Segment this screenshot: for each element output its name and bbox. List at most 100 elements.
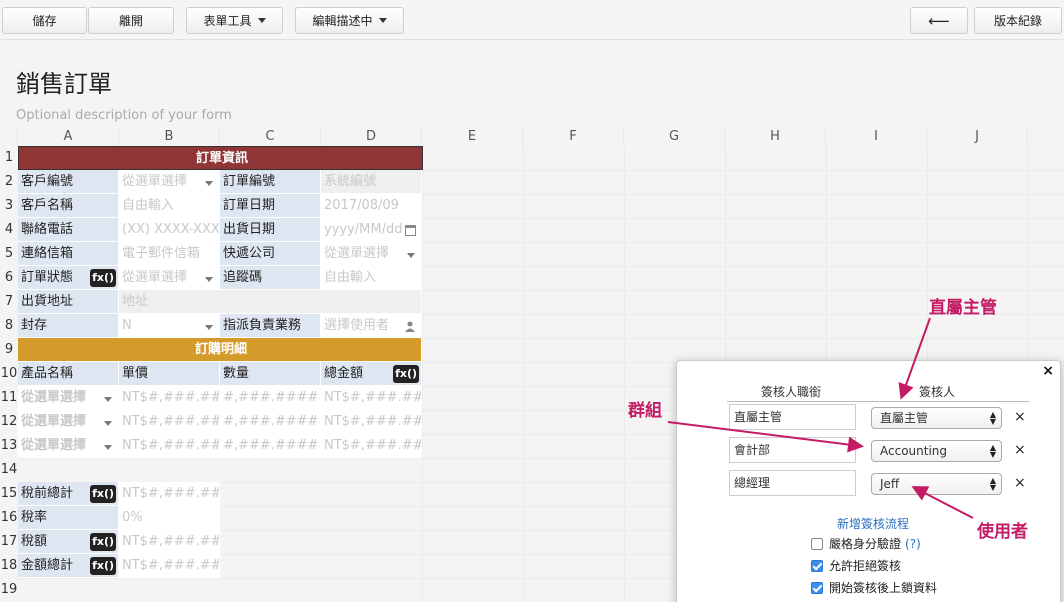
leave-button[interactable]: 離開: [88, 7, 174, 34]
ship-date-input[interactable]: yyyy/MM/dd: [321, 218, 422, 242]
row-header[interactable]: 12: [0, 410, 18, 434]
row-header[interactable]: 3: [0, 194, 18, 218]
product-select[interactable]: 從選單選擇: [18, 434, 119, 458]
order-id-field[interactable]: 系統編號: [321, 170, 422, 194]
row-header[interactable]: 5: [0, 242, 18, 266]
label-customer-name[interactable]: 客戶名稱: [18, 194, 119, 218]
row-header[interactable]: 6: [0, 266, 18, 290]
label-subtotal[interactable]: 稅前總計 fx(): [18, 482, 119, 506]
courier-select[interactable]: 從選單選擇: [321, 242, 422, 266]
approver-select[interactable]: Accounting ▲ ▼: [871, 440, 1002, 462]
column-header-e[interactable]: E: [422, 128, 523, 146]
remove-row-icon[interactable]: ×: [1014, 409, 1026, 425]
product-select[interactable]: 從選單選擇: [18, 386, 119, 410]
approver-role-input[interactable]: 會計部: [729, 437, 856, 463]
row-header[interactable]: 18: [0, 554, 18, 578]
remove-row-icon[interactable]: ×: [1014, 475, 1026, 491]
approver-select[interactable]: Jeff ▲ ▼: [871, 473, 1002, 495]
subtotal-field[interactable]: NT$#,###.#####: [119, 482, 220, 506]
unit-price-input[interactable]: NT$#,###.####: [119, 386, 220, 410]
archive-select[interactable]: N: [119, 314, 220, 338]
row-header[interactable]: 19: [0, 578, 18, 602]
column-header-d[interactable]: D: [321, 128, 422, 146]
order-date-field[interactable]: 2017/08/09: [321, 194, 422, 218]
formula-icon[interactable]: fx(): [90, 485, 116, 503]
formula-icon[interactable]: fx(): [90, 269, 116, 287]
label-order-id[interactable]: 訂單編號: [220, 170, 321, 194]
email-input[interactable]: 電子郵件信箱: [119, 242, 220, 266]
help-link[interactable]: (?): [905, 537, 921, 551]
quantity-input[interactable]: #,###.#####: [220, 434, 321, 458]
formula-icon[interactable]: fx(): [393, 365, 419, 383]
section-header-order-details[interactable]: 訂購明細: [18, 338, 422, 362]
lock-data-option[interactable]: 開始簽核後上鎖資料: [811, 579, 937, 596]
grand-total-field[interactable]: NT$#,###.#####: [119, 554, 220, 578]
column-header-i[interactable]: I: [826, 128, 927, 146]
version-history-button[interactable]: 版本紀錄: [974, 7, 1062, 34]
add-approval-flow-link[interactable]: 新增簽核流程: [837, 515, 909, 532]
close-icon[interactable]: ×: [1042, 363, 1054, 379]
checkbox[interactable]: [811, 559, 823, 572]
formula-icon[interactable]: fx(): [90, 533, 116, 551]
label-tax-amount[interactable]: 稅額 fx(): [18, 530, 119, 554]
approver-role-input[interactable]: 直屬主管: [729, 404, 856, 430]
remove-row-icon[interactable]: ×: [1014, 442, 1026, 458]
label-unit-price[interactable]: 單價: [119, 362, 220, 386]
tax-rate-field[interactable]: 0%: [119, 506, 220, 530]
unit-price-input[interactable]: NT$#,###.####: [119, 434, 220, 458]
column-header-h[interactable]: H: [725, 128, 826, 146]
unit-price-input[interactable]: NT$#,###.####: [119, 410, 220, 434]
label-order-status[interactable]: 訂單狀態 fx(): [18, 266, 119, 290]
product-select[interactable]: 從選單選擇: [18, 410, 119, 434]
label-product-name[interactable]: 產品名稱: [18, 362, 119, 386]
tracking-input[interactable]: 自由輸入: [321, 266, 422, 290]
quantity-input[interactable]: #,###.#####: [220, 386, 321, 410]
quantity-input[interactable]: #,###.#####: [220, 410, 321, 434]
assigned-sales-picker[interactable]: 選擇使用者: [321, 314, 422, 338]
line-total-field[interactable]: NT$#,###.#####: [321, 386, 422, 410]
column-header-j[interactable]: J: [927, 128, 1028, 146]
label-assigned-sales[interactable]: 指派負責業務: [220, 314, 321, 338]
label-email[interactable]: 連絡信箱: [18, 242, 119, 266]
label-phone[interactable]: 聯絡電話: [18, 218, 119, 242]
order-status-select[interactable]: 從選單選擇: [119, 266, 220, 290]
formula-icon[interactable]: fx(): [90, 557, 116, 575]
row-header[interactable]: 1: [0, 146, 18, 170]
label-grand-total[interactable]: 金額總計 fx(): [18, 554, 119, 578]
phone-input[interactable]: (XX) XXXX-XXXX: [119, 218, 220, 242]
column-header-c[interactable]: C: [220, 128, 321, 146]
form-title[interactable]: 銷售訂單: [16, 64, 112, 99]
row-header[interactable]: 9: [0, 338, 18, 362]
approver-role-input[interactable]: 總經理: [729, 470, 856, 496]
row-header[interactable]: 13: [0, 434, 18, 458]
label-archive[interactable]: 封存: [18, 314, 119, 338]
label-order-date[interactable]: 訂單日期: [220, 194, 321, 218]
column-header-a[interactable]: A: [18, 128, 119, 146]
row-header[interactable]: 14: [0, 458, 18, 482]
label-customer-id[interactable]: 客戶編號: [18, 170, 119, 194]
save-button[interactable]: 儲存: [2, 7, 87, 34]
form-tools-dropdown[interactable]: 表單工具: [186, 7, 283, 34]
section-header-order-info[interactable]: 訂單資訊: [18, 146, 423, 170]
label-tax-rate[interactable]: 稅率: [18, 506, 119, 530]
column-header-b[interactable]: B: [119, 128, 220, 146]
line-total-field[interactable]: NT$#,###.#####: [321, 410, 422, 434]
row-header[interactable]: 17: [0, 530, 18, 554]
strict-auth-option[interactable]: 嚴格身分驗證 (?): [811, 535, 921, 552]
label-total-amount[interactable]: 總金額 fx(): [321, 362, 422, 386]
row-header[interactable]: 4: [0, 218, 18, 242]
label-courier[interactable]: 快遞公司: [220, 242, 321, 266]
label-ship-address[interactable]: 出貨地址: [18, 290, 119, 314]
back-arrow-button[interactable]: ⟵: [910, 7, 968, 34]
form-description[interactable]: Optional description of your form: [16, 108, 232, 123]
column-header-f[interactable]: F: [523, 128, 624, 146]
customer-id-select[interactable]: 從選單選擇: [119, 170, 220, 194]
row-header[interactable]: 2: [0, 170, 18, 194]
ship-address-input[interactable]: 地址: [119, 290, 422, 314]
line-total-field[interactable]: NT$#,###.#####: [321, 434, 422, 458]
row-header[interactable]: 7: [0, 290, 18, 314]
tax-amount-field[interactable]: NT$#,###.#####: [119, 530, 220, 554]
checkbox[interactable]: [811, 537, 823, 550]
approver-select[interactable]: 直屬主管 ▲ ▼: [871, 407, 1002, 429]
label-quantity[interactable]: 數量: [220, 362, 321, 386]
